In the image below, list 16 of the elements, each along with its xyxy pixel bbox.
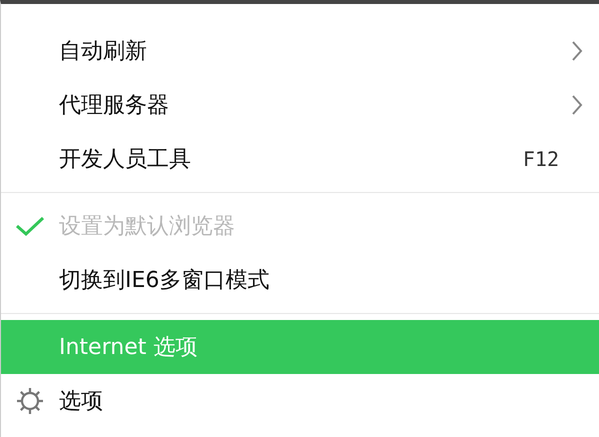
- menu-item-label: 切换到IE6多窗口模式: [59, 267, 270, 295]
- menu-item-label: 设置为默认浏览器: [59, 213, 236, 241]
- gear-icon: [15, 386, 45, 416]
- menu-item[interactable]: 自动刷新: [1, 24, 599, 78]
- menu-item[interactable]: 代理服务器: [1, 78, 599, 132]
- chevron-right-icon: [571, 94, 583, 116]
- chevron-right-icon: [571, 40, 583, 62]
- menu-item[interactable]: 选项: [1, 374, 599, 428]
- menu-item-label: 选项: [59, 388, 104, 416]
- menu-item[interactable]: 切换到IE6多窗口模式: [1, 253, 599, 307]
- shortcut-text: F12: [522, 147, 559, 171]
- menu-item-label: Internet 选项: [59, 334, 198, 362]
- menu-item-label: 自动刷新: [59, 38, 148, 66]
- menu-item-label: 开发人员工具: [59, 146, 192, 174]
- menu-item[interactable]: 开发人员工具 F12: [1, 132, 599, 186]
- menu-item-label: 代理服务器: [59, 92, 170, 120]
